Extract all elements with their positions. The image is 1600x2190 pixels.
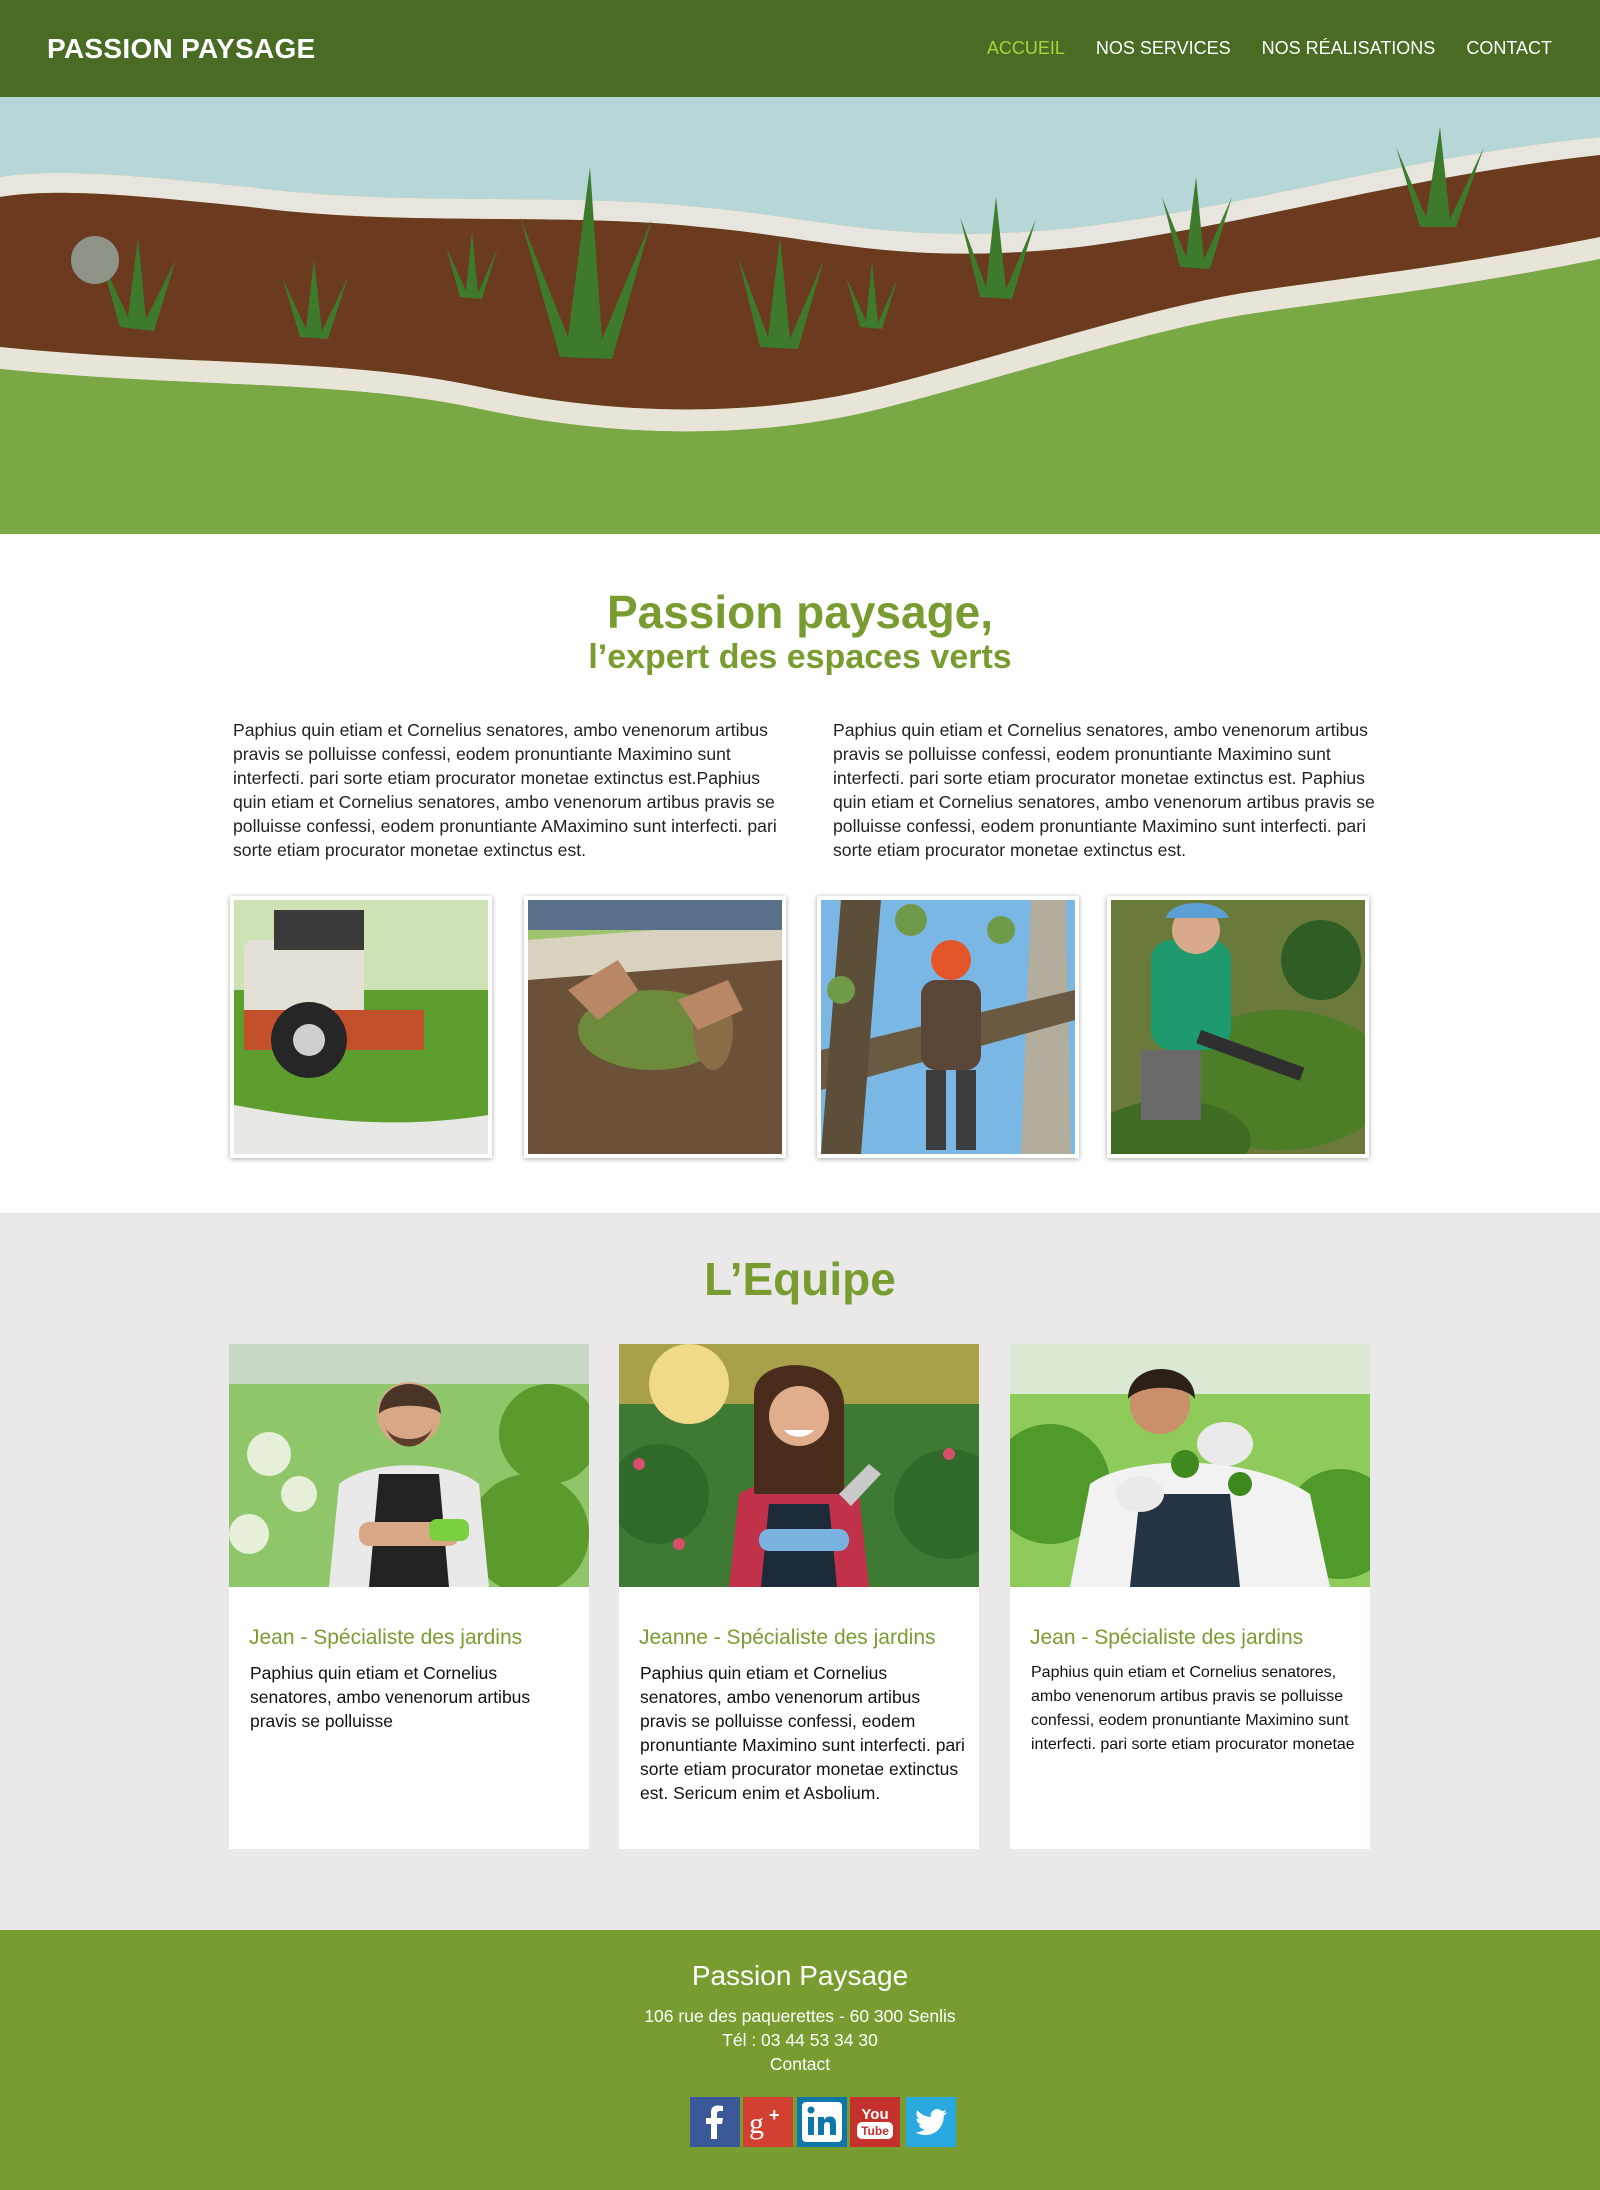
nav-item-nos-services[interactable]: NOS SERVICES [1096, 38, 1231, 59]
garden-landscape-photo [0, 97, 1600, 534]
service-photo-1 [230, 896, 492, 1158]
team-member-photo [1010, 1344, 1370, 1587]
team-member-photo [619, 1344, 979, 1587]
nav-item-accueil[interactable]: ACCUEIL [987, 38, 1065, 59]
youtube-icon[interactable]: You Tube [850, 2097, 900, 2147]
twitter-icon[interactable] [906, 2097, 956, 2147]
svg-text:Tube: Tube [861, 2124, 889, 2138]
facebook-icon[interactable] [690, 2097, 740, 2147]
team-member-description: Paphius quin etiam et Cornelius senatore… [640, 1663, 965, 1803]
hero-image [0, 97, 1600, 534]
lawn-mower-photo [234, 900, 488, 1154]
google-plus-icon[interactable]: g + [743, 2097, 793, 2147]
team-member-name: Jean - Spécialiste des jardins [249, 1626, 523, 1649]
hedge-trimming-photo [1111, 900, 1365, 1154]
footer-title: Passion Paysage [691, 1960, 909, 1991]
svg-text:g: g [749, 2107, 764, 2140]
turf-laying-photo [528, 900, 782, 1154]
team-member-name: Jean - Spécialiste des jardins [1030, 1626, 1304, 1649]
site-footer: Passion Paysage 106 rue des paquerettes … [0, 1930, 1600, 2190]
team-member-photo [229, 1344, 589, 1587]
main-nav: ACCUEIL NOS SERVICES NOS RÉALISATIONS CO… [956, 38, 1552, 59]
team-member-description: Paphius quin etiam et Cornelius senatore… [1031, 1664, 1355, 1753]
team-member-description: Paphius quin etiam et Cornelius senatore… [250, 1663, 531, 1731]
service-photo-4 [1107, 896, 1369, 1158]
nav-item-contact[interactable]: CONTACT [1466, 38, 1552, 59]
team-title: L’Equipe [704, 1253, 896, 1305]
footer-contact-link[interactable]: Contact [0, 2054, 1600, 2075]
team-card: Jean - Spécialiste des jardins Paphius q… [1010, 1344, 1370, 1849]
service-photo-3 [817, 896, 1079, 1158]
team-card: Jean - Spécialiste des jardins Paphius q… [229, 1344, 589, 1849]
site-logo[interactable]: PASSION PAYSAGE [47, 33, 316, 65]
svg-text:You: You [861, 2106, 888, 2123]
svg-text:+: + [769, 2105, 780, 2125]
intro-paragraph-right: Paphius quin etiam et Cornelius senatore… [833, 720, 1375, 860]
footer-address: 106 rue des paquerettes - 60 300 Senlis [644, 2006, 956, 2026]
team-member-name: Jeanne - Spécialiste des jardins [639, 1626, 936, 1649]
intro-subtitle: l’expert des espaces verts [588, 638, 1012, 676]
footer-phone: Tél : 03 44 53 34 30 [722, 2030, 878, 2050]
linkedin-icon[interactable] [797, 2097, 847, 2147]
tree-pruning-photo [821, 900, 1075, 1154]
intro-title: Passion paysage, [606, 586, 994, 638]
nav-item-nos-realisations[interactable]: NOS RÉALISATIONS [1262, 38, 1436, 59]
intro-paragraph-left: Paphius quin etiam et Cornelius senatore… [233, 720, 777, 860]
service-photo-2 [524, 896, 786, 1158]
site-header: PASSION PAYSAGE ACCUEIL NOS SERVICES NOS… [0, 0, 1600, 97]
team-card: Jeanne - Spécialiste des jardins Paphius… [619, 1344, 979, 1849]
